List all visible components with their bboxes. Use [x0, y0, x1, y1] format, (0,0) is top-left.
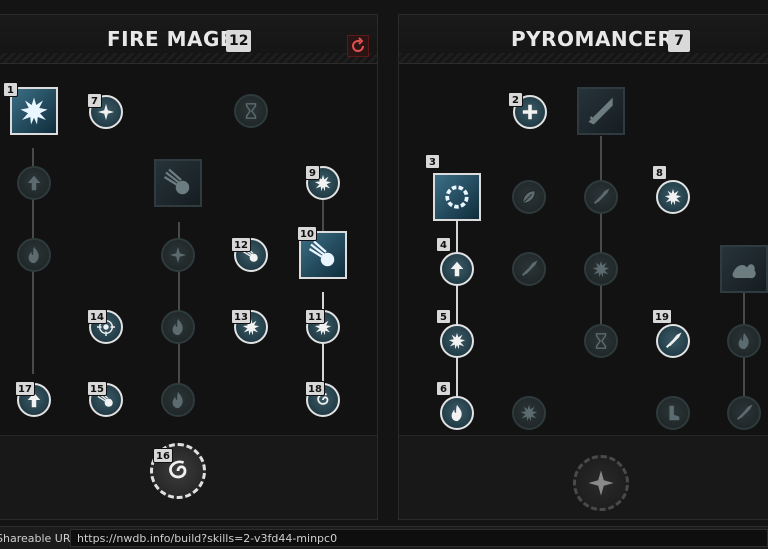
skill-order-badge: 5 — [436, 309, 451, 324]
flame-icon — [25, 246, 43, 264]
star-icon — [169, 246, 187, 264]
claw-icon — [664, 332, 682, 350]
boot-icon — [664, 404, 682, 422]
skill-node-6[interactable] — [440, 396, 474, 430]
skill-node-locked[interactable] — [727, 396, 761, 430]
arrow-up-icon — [25, 174, 43, 192]
fireball-ability-node[interactable] — [154, 159, 202, 207]
skill-connector — [600, 136, 602, 326]
skill-node-8[interactable] — [656, 180, 690, 214]
grab-icon — [169, 318, 187, 336]
skill-node-locked[interactable] — [584, 180, 618, 214]
skill-node-locked[interactable] — [512, 180, 546, 214]
skill-node-locked[interactable] — [17, 238, 51, 272]
arrow-up-icon — [735, 404, 753, 422]
pyromancer-tree-panel: PYROMANCER 7 2 3 8 4 5 19 6 — [398, 14, 768, 520]
skill-order-badge: 11 — [305, 309, 325, 324]
skill-node-19[interactable] — [656, 324, 690, 358]
hourglass-icon — [592, 332, 610, 350]
skill-order-badge: 2 — [508, 92, 523, 107]
skill-connector-active — [456, 221, 458, 399]
sword-ability-node[interactable] — [577, 87, 625, 135]
sunburst-icon — [664, 188, 682, 206]
arrow-up-icon — [448, 260, 466, 278]
share-url-label: Shareable URL — [0, 532, 77, 545]
burst-icon — [520, 404, 538, 422]
burst-up-icon — [592, 260, 610, 278]
meteor-icon — [308, 240, 338, 270]
pyromancer-ultimate-node[interactable] — [573, 455, 629, 511]
skill-order-badge: 1 — [3, 82, 18, 97]
skill-node-locked[interactable] — [161, 238, 195, 272]
skill-order-badge: 17 — [15, 381, 35, 396]
flame-icon — [448, 404, 466, 422]
share-url-bar: Shareable URL https://nwdb.info/build?sk… — [0, 526, 768, 549]
shard-icon — [520, 260, 538, 278]
pyromancer-points-badge: 7 — [668, 30, 690, 52]
share-url-value: https://nwdb.info/build?skills=2-v3fd44-… — [77, 532, 338, 545]
medkit-icon — [521, 103, 539, 121]
skill-node-locked[interactable] — [512, 252, 546, 286]
pyromancer-tree-title: PYROMANCER — [511, 27, 674, 51]
skill-node-locked[interactable] — [17, 166, 51, 200]
skill-order-badge: 6 — [436, 381, 451, 396]
storm-ability-node[interactable] — [720, 245, 768, 293]
flame-icon — [169, 391, 187, 409]
reset-tree-button[interactable] — [347, 35, 369, 57]
skill-node-locked[interactable] — [656, 396, 690, 430]
flame-icon — [19, 96, 49, 126]
skill-order-badge: 13 — [231, 309, 251, 324]
refresh-icon — [352, 37, 364, 52]
skill-order-badge: 19 — [652, 309, 672, 324]
skill-node-locked[interactable] — [727, 324, 761, 358]
skill-order-badge: 7 — [87, 93, 102, 108]
skill-node-5[interactable] — [440, 324, 474, 358]
skill-order-badge: 16 — [153, 448, 173, 463]
hourglass-icon — [242, 102, 260, 120]
flame-icon — [735, 332, 753, 350]
storm-icon — [729, 254, 759, 284]
skill-order-badge: 3 — [425, 154, 440, 169]
fire-ring-ability-node[interactable] — [433, 173, 481, 221]
sword-icon — [586, 96, 616, 126]
skill-node-locked[interactable] — [161, 310, 195, 344]
burst-up-icon — [448, 332, 466, 350]
leaf-icon — [520, 188, 538, 206]
skill-order-badge: 9 — [305, 165, 320, 180]
fire-mage-tree-panel: FIRE MAGE 12 1 7 9 10 12 14 13 11 17 15 … — [0, 14, 378, 520]
skill-order-badge: 8 — [652, 165, 667, 180]
skill-node-locked[interactable] — [234, 94, 268, 128]
fire-mage-points-badge: 12 — [226, 30, 252, 52]
star-icon — [587, 469, 615, 497]
skill-order-badge: 15 — [87, 381, 107, 396]
skill-order-badge: 10 — [297, 226, 317, 241]
share-url-field[interactable]: https://nwdb.info/build?skills=2-v3fd44-… — [70, 529, 768, 547]
skill-order-badge: 4 — [436, 237, 451, 252]
skill-node-locked[interactable] — [161, 383, 195, 417]
skill-order-badge: 14 — [87, 309, 107, 324]
skill-node-locked[interactable] — [584, 324, 618, 358]
arrow-icon — [592, 188, 610, 206]
fireball-icon — [163, 168, 193, 198]
skill-node-locked[interactable] — [512, 396, 546, 430]
skill-node-4[interactable] — [440, 252, 474, 286]
fire-mage-tree-title: FIRE MAGE — [107, 27, 235, 51]
skill-node-locked[interactable] — [584, 252, 618, 286]
skill-order-badge: 18 — [305, 381, 325, 396]
ring-icon — [442, 182, 472, 212]
skill-order-badge: 12 — [231, 237, 251, 252]
